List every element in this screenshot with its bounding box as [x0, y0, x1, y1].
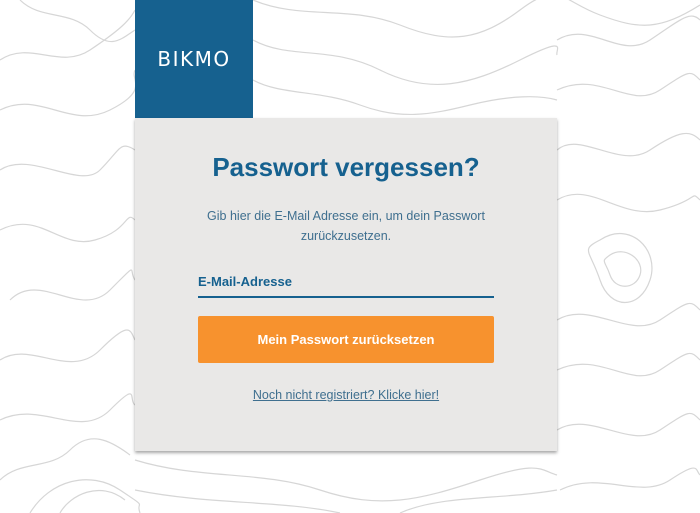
brand-logo: BIKMO [157, 47, 231, 71]
email-field-wrapper [198, 270, 494, 298]
instructions-text: Gib hier die E-Mail Adresse ein, um dein… [207, 209, 485, 243]
reset-password-button[interactable]: Mein Passwort zurücksetzen [198, 316, 494, 363]
page-title: Passwort vergessen? [212, 152, 480, 182]
email-field[interactable] [198, 270, 494, 292]
reset-card: Passwort vergessen? Gib hier die E-Mail … [135, 118, 557, 451]
password-reset-page: BIKMO Passwort vergessen? Gib hier die E… [0, 0, 700, 513]
register-link[interactable]: Noch nicht registriert? Klicke hier! [135, 388, 557, 402]
brand-logo-box[interactable]: BIKMO [135, 0, 253, 118]
